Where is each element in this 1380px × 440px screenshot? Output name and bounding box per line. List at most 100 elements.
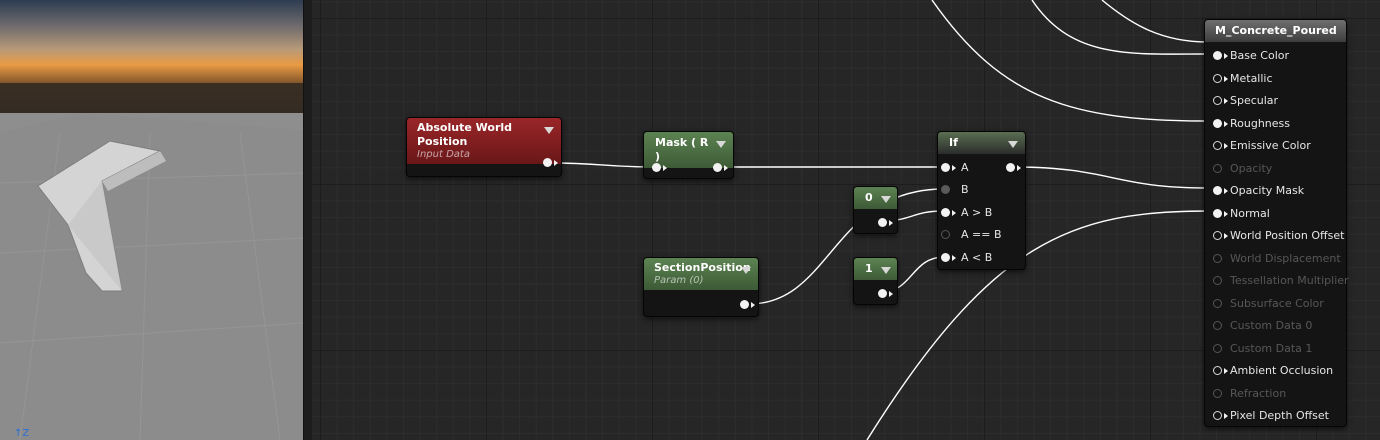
pin-arrow-icon <box>952 165 956 171</box>
material-input-label: Pixel Depth Offset <box>1230 409 1329 422</box>
material-input-label: Custom Data 1 <box>1230 341 1313 355</box>
output-pin[interactable] <box>740 300 749 309</box>
material-input-pin[interactable] <box>1213 73 1222 83</box>
material-input-pin[interactable] <box>1213 208 1222 218</box>
sky <box>0 0 303 90</box>
material-input-pin[interactable] <box>1213 231 1222 240</box>
pin-arrow-icon <box>889 291 893 297</box>
material-input-pin[interactable] <box>1213 411 1222 420</box>
if-input-agtb-pin[interactable] <box>941 208 950 217</box>
wire-if-opacitymask <box>1011 166 1209 189</box>
material-input-pin[interactable] <box>1213 276 1222 285</box>
output-pin[interactable] <box>878 289 887 298</box>
material-input-pin[interactable] <box>1213 51 1222 60</box>
node-subtitle: Param (0) <box>654 275 704 286</box>
dropdown-arrow-icon[interactable] <box>881 196 891 203</box>
material-input-row[interactable]: Normal <box>1205 207 1346 221</box>
pin-arrow-icon <box>952 210 956 216</box>
material-input-row[interactable]: Base Color <box>1205 49 1346 63</box>
material-input-row[interactable]: Tessellation Multiplier <box>1205 274 1349 288</box>
material-input-row[interactable]: Roughness <box>1205 117 1346 131</box>
pin-arrow-icon <box>663 165 667 171</box>
wire-basecolor <box>1031 0 1209 55</box>
if-input-aeqb-label: A == B <box>961 228 1002 241</box>
material-input-pin[interactable] <box>1213 163 1222 173</box>
material-input-label: Opacity Mask <box>1230 184 1305 197</box>
material-input-label: Refraction <box>1230 386 1287 400</box>
viewport-panel[interactable]: ↑Z <box>0 0 303 440</box>
pin-arrow-icon <box>952 255 956 261</box>
constant-value: 1 <box>865 262 873 275</box>
constant-value: 0 <box>865 191 873 204</box>
material-input-row[interactable]: Ambient Occlusion <box>1205 364 1346 378</box>
dropdown-arrow-icon[interactable] <box>881 267 891 274</box>
node-header: 0 <box>854 187 897 209</box>
dropdown-arrow-icon[interactable] <box>741 267 751 274</box>
node-mask[interactable]: Mask ( R ) <box>643 131 734 179</box>
node-header: 1 <box>854 258 897 280</box>
material-input-row[interactable]: Specular <box>1205 94 1346 108</box>
output-pin[interactable] <box>543 158 552 167</box>
node-title: SectionPosition <box>654 261 751 274</box>
material-input-row[interactable]: World Displacement <box>1205 252 1346 266</box>
node-title: If <box>949 136 958 149</box>
if-output-pin[interactable] <box>1006 163 1015 172</box>
material-input-row[interactable]: Pixel Depth Offset <box>1205 409 1346 423</box>
material-input-pin[interactable] <box>1213 141 1222 150</box>
node-title: Mask ( R ) <box>655 136 709 163</box>
dropdown-arrow-icon[interactable] <box>716 141 726 148</box>
material-input-row[interactable]: Metallic <box>1205 72 1346 86</box>
output-pin[interactable] <box>878 218 887 227</box>
axis-label: Z <box>22 428 30 439</box>
if-input-aeqb-pin[interactable] <box>941 230 950 239</box>
viewport-floor <box>0 113 303 440</box>
material-input-pin[interactable] <box>1213 388 1222 398</box>
material-input-label: Roughness <box>1230 116 1291 130</box>
input-pin[interactable] <box>652 163 661 172</box>
material-input-row[interactable]: Refraction <box>1205 387 1346 401</box>
material-input-pin[interactable] <box>1213 366 1222 375</box>
pin-arrow-icon <box>1224 143 1228 149</box>
material-input-row[interactable]: Opacity Mask <box>1205 184 1346 198</box>
node-constant-one[interactable]: 1 <box>853 257 898 305</box>
node-subtitle: Input Data <box>417 149 470 160</box>
material-input-pin[interactable] <box>1213 253 1222 263</box>
material-input-label: Tessellation Multiplier <box>1230 274 1349 287</box>
material-input-pin[interactable] <box>1213 118 1222 128</box>
if-input-altb-label: A < B <box>961 251 993 264</box>
node-constant-zero[interactable]: 0 <box>853 186 898 234</box>
wire-top-right <box>1101 0 1209 43</box>
if-input-a-label: A <box>961 161 969 174</box>
material-input-label: Custom Data 0 <box>1230 319 1313 332</box>
material-input-row[interactable]: Opacity <box>1205 162 1346 176</box>
pin-arrow-icon <box>1224 98 1228 104</box>
if-input-agtb-label: A > B <box>961 206 993 219</box>
material-input-pin[interactable] <box>1213 343 1222 353</box>
if-input-altb-pin[interactable] <box>941 253 950 262</box>
material-input-row[interactable]: Emissive Color <box>1205 139 1346 153</box>
material-input-pin[interactable] <box>1213 186 1222 195</box>
material-input-row[interactable]: Subsurface Color <box>1205 297 1346 311</box>
pin-arrow-icon <box>1224 233 1228 239</box>
if-input-b-pin[interactable] <box>941 185 950 194</box>
node-absolute-world-position[interactable]: Absolute World Position Input Data <box>406 117 562 177</box>
dropdown-arrow-icon[interactable] <box>544 127 554 134</box>
material-input-row[interactable]: Custom Data 0 <box>1205 319 1346 333</box>
dropdown-arrow-icon[interactable] <box>1008 141 1018 148</box>
node-material-result[interactable]: M_Concrete_Poured Base Color Metallic Spec… <box>1204 19 1349 427</box>
material-input-pin[interactable] <box>1213 321 1222 330</box>
output-pin[interactable] <box>713 163 722 172</box>
material-input-row[interactable]: World Position Offset <box>1205 229 1346 243</box>
node-title: Absolute World Position <box>417 121 513 148</box>
material-input-label: World Position Offset <box>1230 229 1345 242</box>
material-input-label: Specular <box>1230 94 1279 107</box>
material-graph[interactable]: Absolute World Position Input Data Mask … <box>312 0 1380 440</box>
if-input-a-pin[interactable] <box>941 163 950 172</box>
material-input-pin[interactable] <box>1213 298 1222 308</box>
material-input-pin[interactable] <box>1213 96 1222 105</box>
material-input-row[interactable]: Custom Data 1 <box>1205 342 1346 356</box>
wire-roughness <box>931 0 1209 122</box>
pin-arrow-icon <box>1224 53 1228 59</box>
node-if[interactable]: If A B A > B A == B A < B <box>937 131 1026 270</box>
node-section-position[interactable]: SectionPosition Param (0) <box>643 257 759 317</box>
